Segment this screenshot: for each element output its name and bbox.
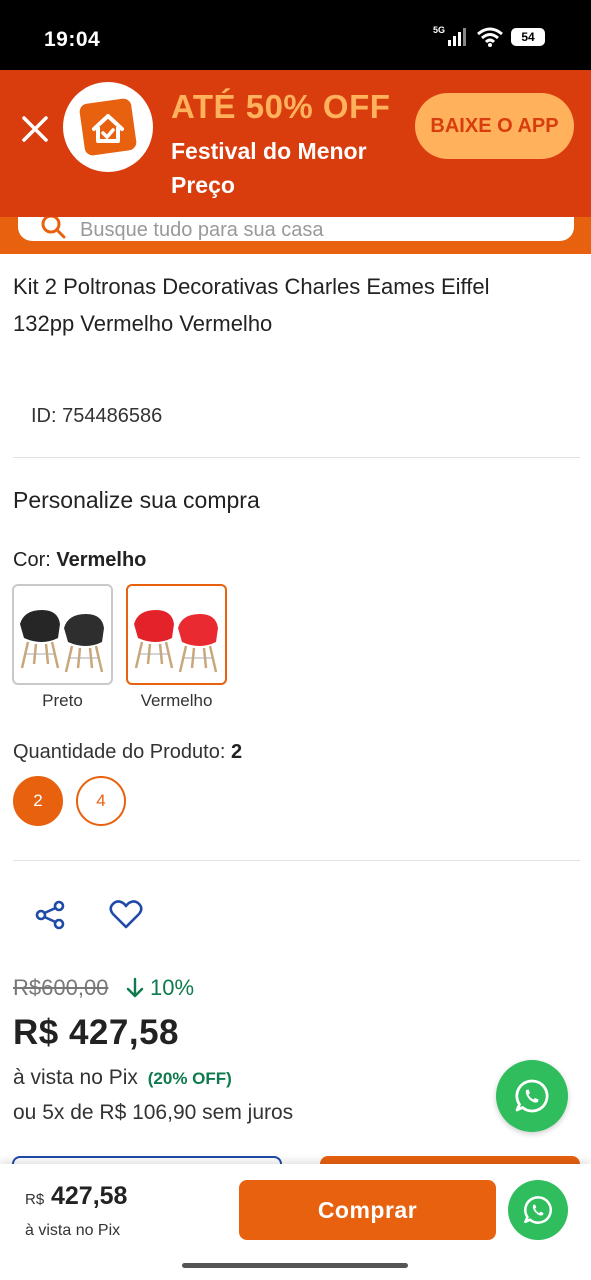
- share-icon[interactable]: [34, 899, 66, 931]
- wifi-icon: [477, 27, 503, 47]
- current-price: R$ 427,58: [13, 1013, 180, 1052]
- download-app-button[interactable]: BAIXE O APP: [415, 93, 574, 159]
- buy-button[interactable]: Comprar: [239, 1180, 496, 1240]
- status-bar: 19:04 5G 54: [0, 0, 591, 70]
- red-chairs-image: [134, 610, 218, 673]
- discount-percent: 10%: [150, 975, 195, 1000]
- color-selected-value: Vermelho: [56, 549, 147, 571]
- bottom-bar-price: 427,58: [51, 1182, 128, 1210]
- quantity-option-2[interactable]: 2: [13, 776, 63, 826]
- status-time: 19:04: [44, 28, 101, 51]
- old-price: R$600,00: [13, 975, 109, 1000]
- color-option-label: Preto: [42, 691, 83, 710]
- quantity-label-text: Quantidade do Produto:: [13, 741, 226, 763]
- quantity-option-4[interactable]: 4: [76, 776, 126, 826]
- pix-line: à vista no Pix (20% OFF): [13, 1066, 232, 1090]
- heart-icon[interactable]: [109, 899, 143, 931]
- whatsapp-icon: [524, 1196, 552, 1224]
- house-logo-icon: [79, 98, 137, 156]
- product-id: ID: 754486586: [31, 405, 163, 427]
- status-icons: 5G 54: [432, 25, 545, 47]
- whatsapp-icon: [515, 1079, 549, 1113]
- quantity-selected-value: 2: [230, 741, 243, 763]
- close-icon[interactable]: [20, 114, 50, 144]
- whatsapp-button[interactable]: [496, 1060, 568, 1132]
- promo-subtitle: Festival do Menor Preço: [171, 138, 367, 198]
- installments-text: ou 5x de R$ 106,90 sem juros: [13, 1101, 294, 1124]
- signal-icon: [448, 28, 466, 46]
- customize-heading: Personalize sua compra: [13, 487, 260, 513]
- whatsapp-button-small[interactable]: [508, 1180, 568, 1240]
- pix-discount: (20% OFF): [147, 1069, 232, 1088]
- search-input[interactable]: Busque tudo para sua casa: [18, 217, 574, 241]
- home-indicator[interactable]: [182, 1263, 408, 1268]
- battery-icon: 54: [511, 28, 545, 46]
- color-option-vermelho[interactable]: [126, 584, 227, 685]
- search-strip: Busque tudo para sua casa: [0, 217, 591, 254]
- discount-badge: 10%: [126, 975, 194, 1001]
- color-option-preto[interactable]: [12, 584, 113, 685]
- black-chairs-image: [20, 610, 104, 673]
- pix-text: à vista no Pix: [13, 1066, 138, 1089]
- search-placeholder: Busque tudo para sua casa: [80, 219, 324, 241]
- promo-title: ATÉ 50% OFF: [171, 88, 391, 125]
- divider: [13, 457, 580, 458]
- app-logo: [63, 82, 153, 172]
- arrow-down-icon: [126, 977, 144, 998]
- bottom-bar-pix-text: à vista no Pix: [25, 1222, 121, 1239]
- network-label: 5G: [432, 25, 445, 35]
- search-icon: [41, 217, 66, 239]
- product-title: Kit 2 Poltronas Decorativas Charles Eame…: [13, 274, 490, 336]
- bottom-bar-currency: R$: [25, 1191, 45, 1208]
- divider: [13, 860, 580, 861]
- color-label-text: Cor:: [13, 549, 51, 571]
- color-label: Cor: Vermelho: [13, 549, 146, 572]
- color-option-label: Vermelho: [140, 691, 213, 710]
- quantity-label: Quantidade do Produto: 2: [13, 741, 242, 764]
